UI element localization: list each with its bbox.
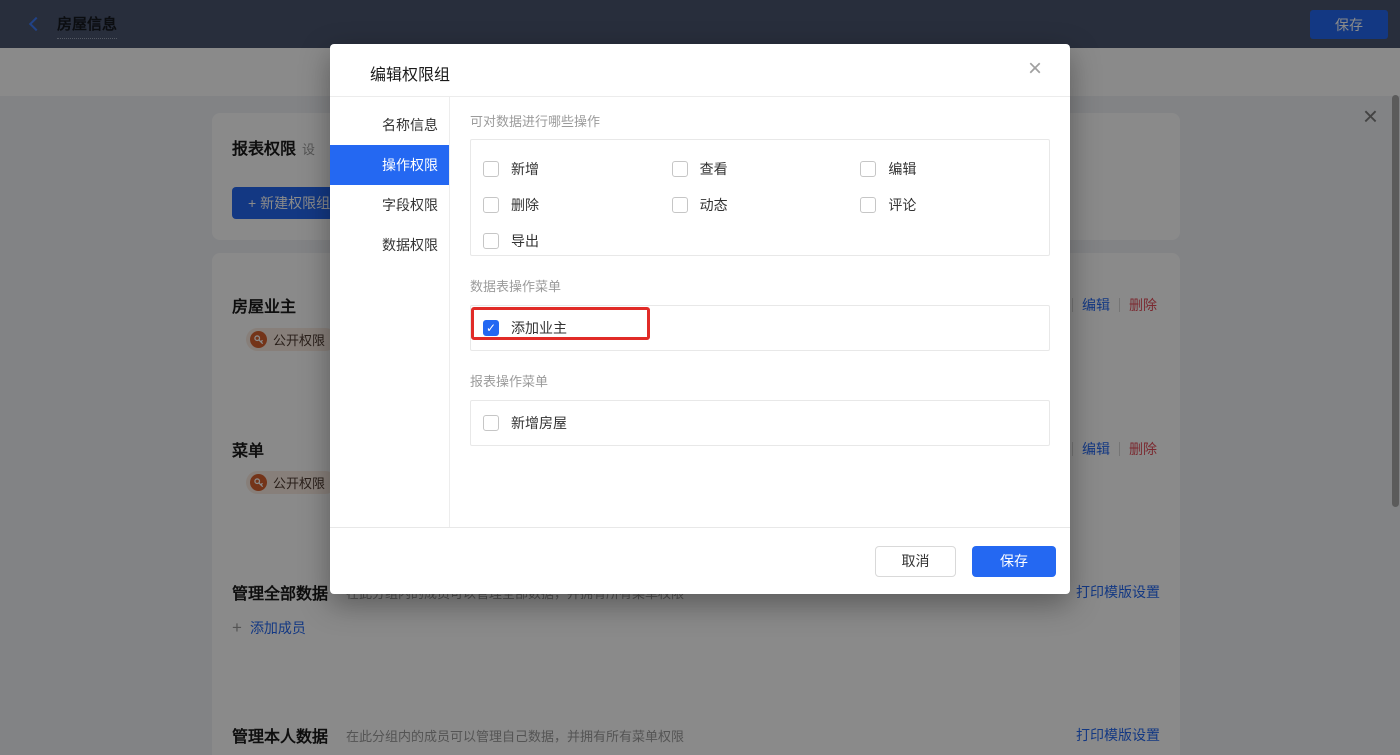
checkbox-option-export[interactable]: 导出 [483,223,672,259]
checkbox-option-delete[interactable]: 删除 [483,187,672,223]
modal-tab-content: 可对数据进行哪些操作 新增 查看 编辑 删除 动态 评论 导出 数据表操作菜单 … [450,97,1070,527]
checkbox-option-comment[interactable]: 评论 [860,187,1049,223]
modal-body: 名称信息 操作权限 字段权限 数据权限 可对数据进行哪些操作 新增 查看 编辑 … [330,97,1070,527]
tab-field-perm[interactable]: 字段权限 [330,185,449,225]
screen: 房屋信息 保存 × 报表权限 设 + 新建权限组 房屋业主 公开权限 编辑 删除… [0,0,1400,755]
checkbox-label: 新增 [511,161,539,177]
tab-operation-perm[interactable]: 操作权限 [330,145,449,185]
table-menu-group-label: 数据表操作菜单 [470,279,562,294]
checkbox-label: 添加业主 [511,320,567,336]
checkbox-unchecked-icon[interactable] [483,233,499,249]
checkbox-unchecked-icon[interactable] [671,161,688,177]
modal-footer: 取消 保存 [330,527,1070,594]
checkbox-checked-icon[interactable]: ✓ [483,320,499,336]
checkbox-label: 导出 [511,233,539,249]
checkbox-unchecked-icon[interactable] [860,161,877,177]
report-menu-group-label: 报表操作菜单 [470,374,549,389]
checkbox-unchecked-icon[interactable] [483,197,499,213]
save-button[interactable]: 保存 [972,545,1056,577]
checkbox-label: 编辑 [888,161,917,177]
checkbox-option-view[interactable]: 查看 [671,151,861,187]
check-glyph: ✓ [485,321,497,335]
cancel-button[interactable]: 取消 [875,545,956,577]
checkbox-label: 新增房屋 [511,415,567,431]
modal-header: 编辑权限组 × [330,44,1070,97]
checkbox-option-add[interactable]: 新增 [483,151,672,187]
tab-data-perm[interactable]: 数据权限 [330,225,449,265]
operations-checkbox-box: 新增 查看 编辑 删除 动态 评论 导出 [470,139,1050,256]
checkbox-option-add-owner[interactable]: ✓ 添加业主 [483,318,567,338]
edit-permission-group-modal: 编辑权限组 × 名称信息 操作权限 字段权限 数据权限 可对数据进行哪些操作 新… [330,44,1070,594]
table-menu-box: ✓ 添加业主 [470,305,1050,351]
operations-group-label: 可对数据进行哪些操作 [470,114,601,129]
tab-name-info[interactable]: 名称信息 [330,105,449,145]
checkbox-label: 动态 [699,197,728,213]
checkbox-option-activity[interactable]: 动态 [671,187,861,223]
checkbox-option-edit[interactable]: 编辑 [860,151,1049,187]
checkbox-unchecked-icon[interactable] [860,197,877,213]
checkbox-option-add-house[interactable]: 新增房屋 [483,413,567,433]
report-menu-box: 新增房屋 [470,400,1050,446]
checkbox-label: 查看 [699,161,728,177]
checkbox-unchecked-icon[interactable] [671,197,688,213]
checkbox-unchecked-icon[interactable] [483,415,499,431]
modal-tab-list: 名称信息 操作权限 字段权限 数据权限 [330,97,450,527]
checkbox-label: 评论 [888,197,917,213]
checkbox-label: 删除 [511,197,539,213]
modal-title: 编辑权限组 [370,67,451,84]
modal-close-icon[interactable]: × [1028,57,1042,81]
checkbox-unchecked-icon[interactable] [483,161,499,177]
